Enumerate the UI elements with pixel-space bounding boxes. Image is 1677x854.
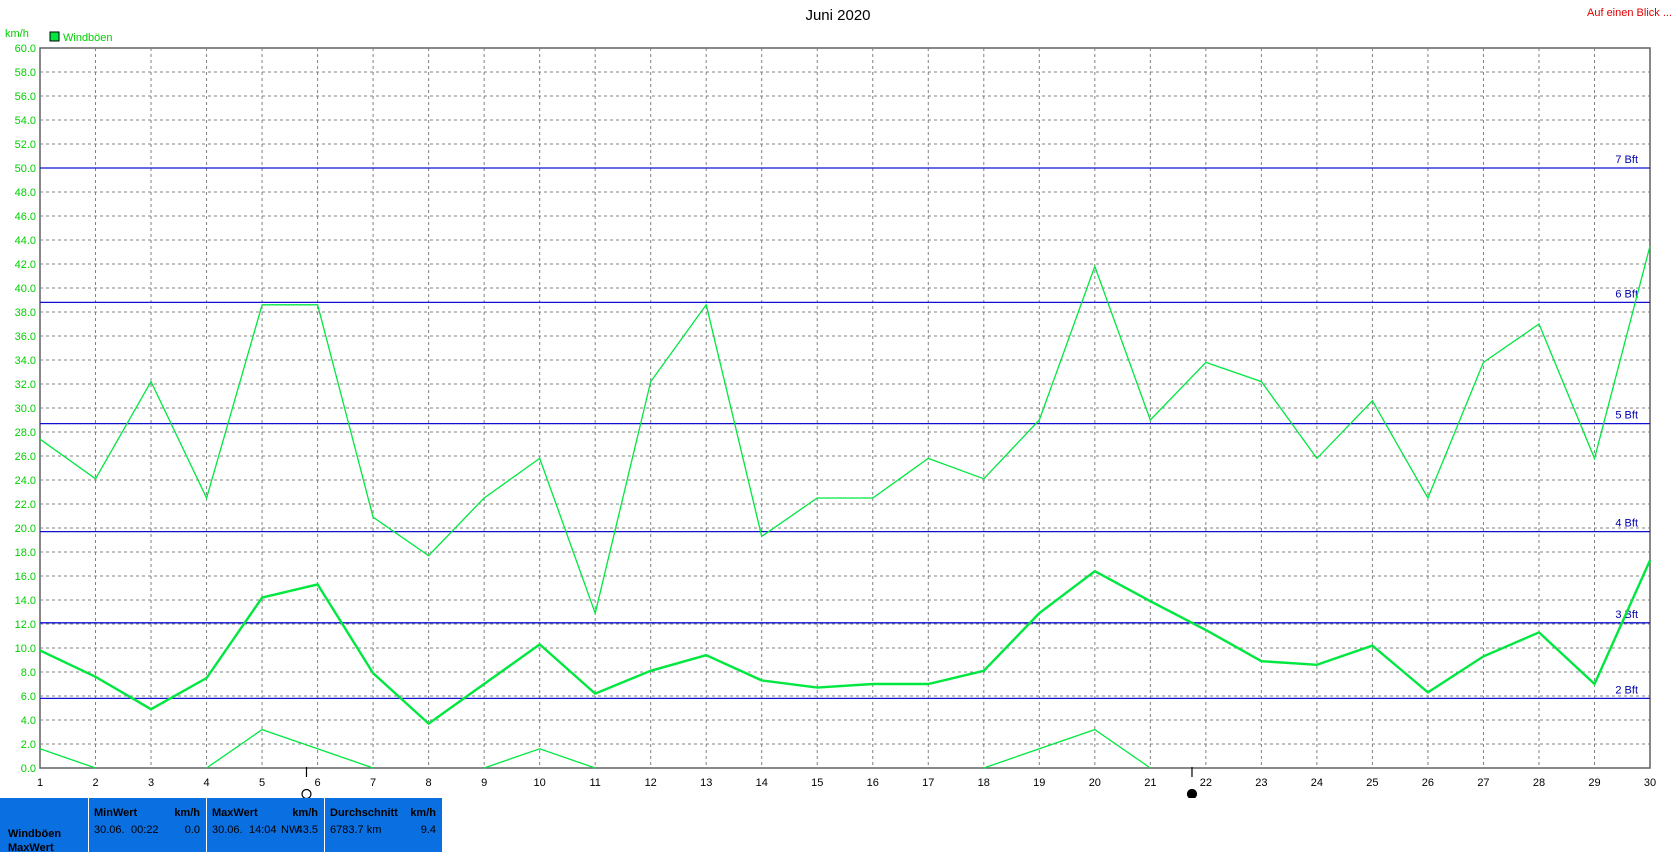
x-tick-label: 18 [978, 777, 990, 789]
bft-reference-label: 5 Bft [1615, 410, 1638, 422]
y-tick-label: 34.0 [15, 355, 36, 367]
x-tick-label: 3 [148, 777, 154, 789]
y-tick-label: 28.0 [15, 427, 36, 439]
max-box: MaxWert km/h 30.06. 14:04 NW 43.5 [207, 798, 324, 852]
x-tick-label: 4 [203, 777, 209, 789]
y-tick-label: 38.0 [15, 307, 36, 319]
x-tick-label: 15 [811, 777, 823, 789]
y-tick-label: 24.0 [15, 475, 36, 487]
x-tick-label: 9 [481, 777, 487, 789]
y-tick-label: 2.0 [21, 739, 36, 751]
y-tick-label: 52.0 [15, 139, 36, 151]
avg-value: 9.4 [420, 824, 436, 836]
min-unit: km/h [174, 807, 200, 819]
plot-area: 0.0 2.0 4.0 6.0 8.0 10.0 12.0 14.0 16.0 18.0 20.0 2… [15, 43, 1656, 798]
bft-reference-label: 7 Bft [1615, 154, 1638, 166]
x-tick-label: 5 [259, 777, 265, 789]
stats-row-label-series: Windböen [8, 828, 62, 840]
x-tick-label: 12 [645, 777, 657, 789]
min-date: 30.06. [94, 824, 125, 836]
x-tick-label: 23 [1255, 777, 1267, 789]
y-tick-label: 8.0 [21, 667, 36, 679]
chart: Juni 2020 km/h Windböen Auf einen Blick … [5, 7, 1672, 798]
y-tick-label: 44.0 [15, 235, 36, 247]
x-tick-label: 11 [589, 777, 600, 789]
x-tick-label: 10 [534, 777, 546, 789]
x-tick-label: 28 [1533, 777, 1545, 789]
bft-reference-label: 4 Bft [1615, 518, 1638, 530]
y-tick-label: 48.0 [15, 187, 36, 199]
y-tick-label: 54.0 [15, 115, 36, 127]
y-tick-label: 50.0 [15, 163, 36, 175]
x-tick-label: 19 [1033, 777, 1045, 789]
y-tick-label: 22.0 [15, 499, 36, 511]
x-tick-label: 27 [1477, 777, 1489, 789]
y-tick-label: 56.0 [15, 91, 36, 103]
y-tick-label: 18.0 [15, 547, 36, 559]
avg-box: Durchschnitt km/h 6783.7 km 9.4 [325, 798, 442, 852]
y-tick-label: 0.0 [21, 763, 36, 775]
full-moon-icon [301, 788, 312, 798]
max-value: 43.5 [296, 824, 318, 836]
y-tick-label: 58.0 [15, 67, 36, 79]
x-tick-label: 14 [756, 777, 768, 789]
x-tick-label: 24 [1311, 777, 1323, 789]
x-tick-label: 8 [426, 777, 432, 789]
bft-reference-label: 6 Bft [1615, 288, 1638, 300]
chart-title: Juni 2020 [805, 7, 870, 24]
y-tick-label: 20.0 [15, 523, 36, 535]
y-tick-label: 14.0 [15, 595, 36, 607]
min-box: MinWert km/h 30.06. 00:22 0.0 [89, 798, 206, 852]
x-tick-label: 20 [1089, 777, 1101, 789]
max-date: 30.06. [212, 824, 243, 836]
x-tick-label: 21 [1144, 777, 1156, 789]
x-tick-label: 6 [315, 777, 321, 789]
y-tick-label: 36.0 [15, 331, 36, 343]
y-tick-label: 46.0 [15, 211, 36, 223]
min-value: 0.0 [184, 824, 200, 836]
y-tick-label: 26.0 [15, 451, 36, 463]
stats-label-box: Windböen MaxWert [0, 798, 88, 854]
x-tick-label: 2 [92, 777, 98, 789]
y-tick-label: 60.0 [15, 43, 36, 55]
avg-distance: 6783.7 km [330, 824, 382, 836]
y-tick-label: 6.0 [21, 691, 36, 703]
y-tick-label: 12.0 [15, 619, 36, 631]
x-tick-label: 7 [370, 777, 376, 789]
legend-swatch [49, 31, 60, 42]
bft-reference-label: 2 Bft [1615, 684, 1638, 696]
max-unit: km/h [292, 807, 318, 819]
y-tick-label: 40.0 [15, 283, 36, 295]
y-tick-label: 32.0 [15, 379, 36, 391]
x-tick-label: 25 [1366, 777, 1378, 789]
x-tick-label: 16 [867, 777, 879, 789]
x-tick-label: 29 [1588, 777, 1600, 789]
overview-link[interactable]: Auf einen Blick ... [1587, 7, 1672, 19]
y-tick-label: 16.0 [15, 571, 36, 583]
x-tick-label: 26 [1422, 777, 1434, 789]
max-time: 14:04 [249, 824, 277, 836]
min-time: 00:22 [131, 824, 159, 836]
y-tick-label: 4.0 [21, 715, 36, 727]
legend-label: Windböen [63, 32, 113, 44]
avg-header: Durchschnitt [330, 807, 398, 819]
y-tick-label: 42.0 [15, 259, 36, 271]
x-tick-label: 22 [1200, 777, 1212, 789]
min-header: MinWert [94, 807, 138, 819]
stats-panel: Windböen MaxWert MinWert km/h 30.06. 00:… [0, 798, 1677, 854]
x-tick-label: 17 [922, 777, 934, 789]
y-axis-unit: km/h [5, 28, 29, 40]
y-tick-label: 10.0 [15, 643, 36, 655]
avg-unit: km/h [410, 807, 436, 819]
x-tick-label: 30 [1644, 777, 1656, 789]
stats-row-label-type: MaxWert [8, 842, 54, 854]
new-moon-icon [1186, 788, 1198, 798]
max-header: MaxWert [212, 807, 258, 819]
y-tick-label: 30.0 [15, 403, 36, 415]
x-tick-label: 13 [700, 777, 712, 789]
x-tick-label: 1 [37, 777, 43, 789]
